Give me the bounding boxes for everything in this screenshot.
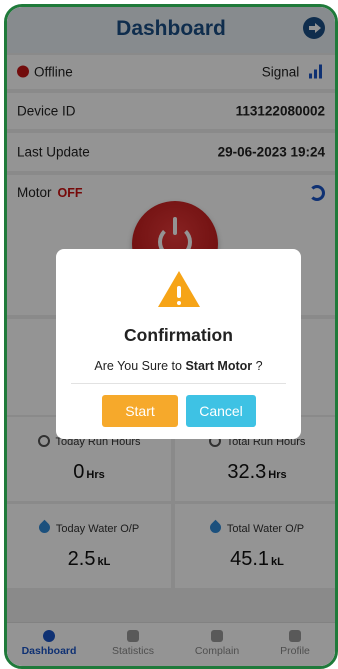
phone-frame: Dashboard Offline Signal Device ID 11312… [4, 4, 338, 669]
dialog-title: Confirmation [124, 325, 233, 345]
start-button[interactable]: Start [102, 395, 178, 427]
confirmation-dialog: Confirmation Are You Sure to Start Motor… [56, 249, 301, 439]
cancel-button[interactable]: Cancel [186, 395, 256, 427]
dialog-divider [71, 383, 286, 384]
dialog-message: Are You Sure to Start Motor ? [94, 359, 263, 373]
dialog-message-action: Start Motor [185, 359, 253, 373]
